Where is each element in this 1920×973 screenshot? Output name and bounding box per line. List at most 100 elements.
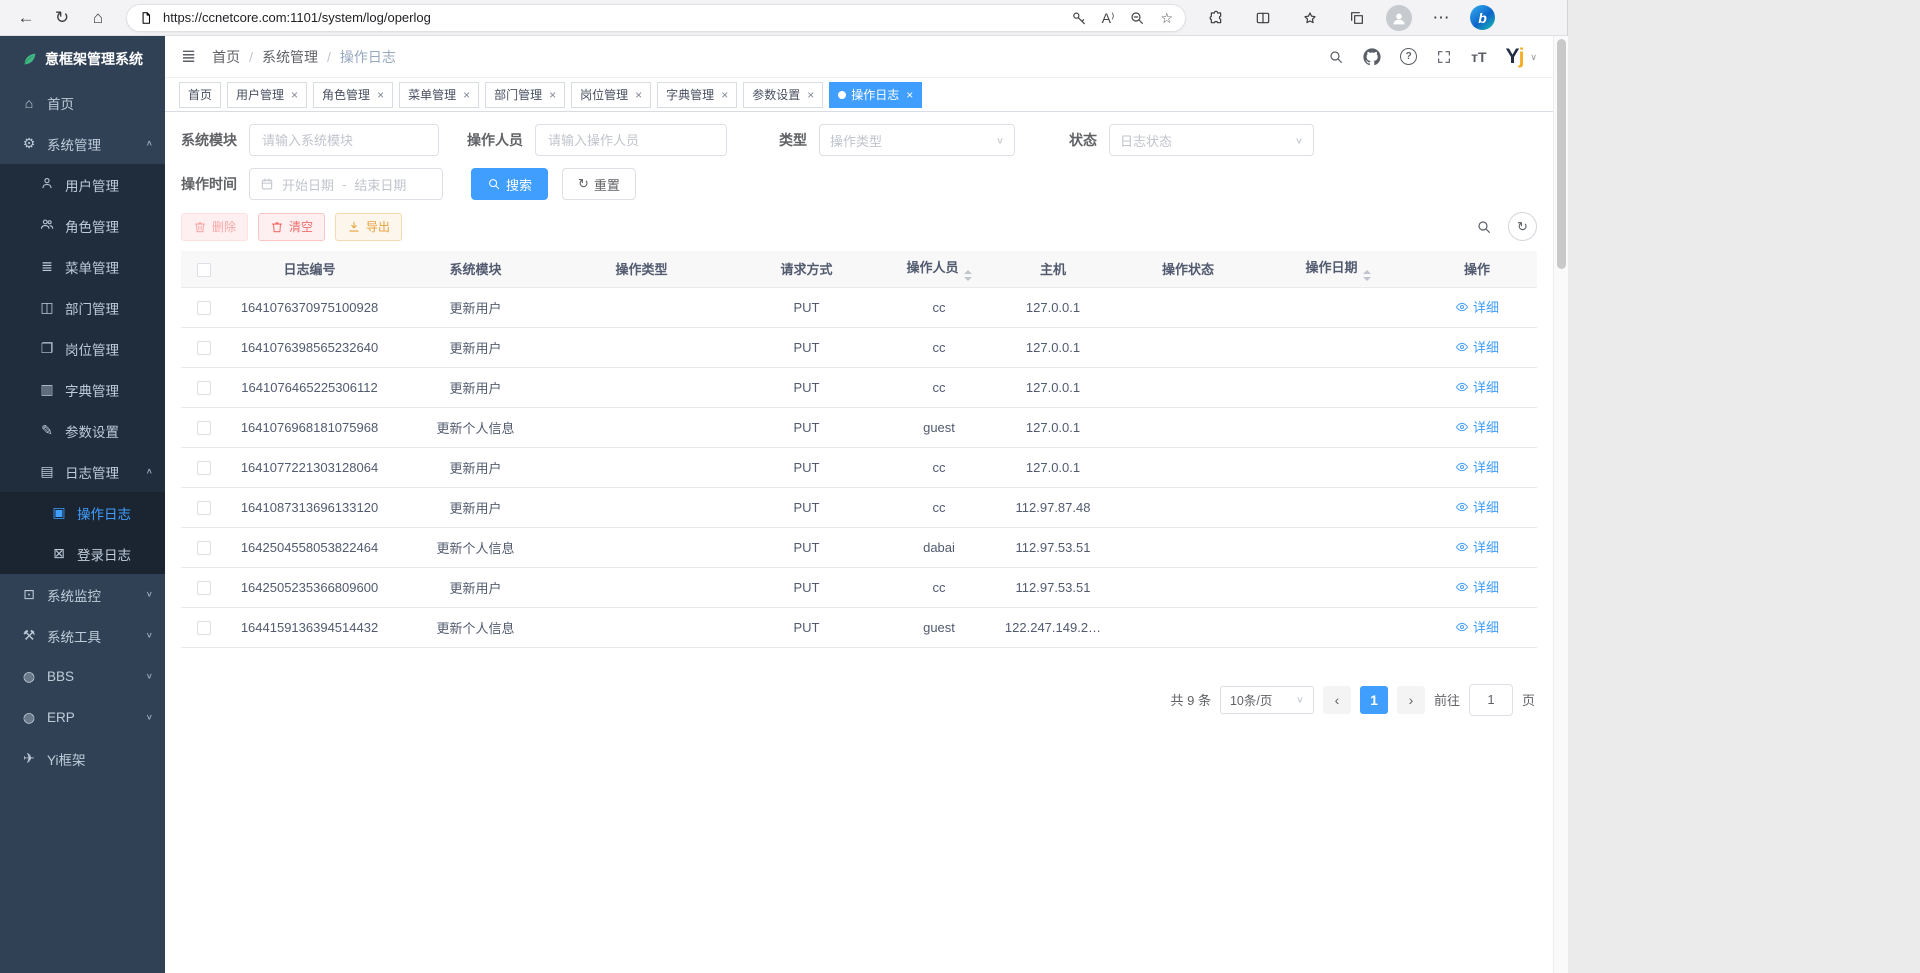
sidebar-item-yi-framework[interactable]: ✈Yi框架	[0, 738, 165, 779]
address-bar[interactable]: https://ccnetcore.com:1101/system/log/op…	[126, 4, 1186, 32]
detail-link[interactable]: 详细	[1455, 537, 1499, 556]
split-screen-icon[interactable]	[1245, 3, 1281, 33]
detail-link[interactable]: 详细	[1455, 417, 1499, 436]
site-info-icon[interactable]	[139, 11, 153, 25]
sidebar-item-erp[interactable]: ◍ERP∨	[0, 697, 165, 738]
sidebar-item-system-management[interactable]: ⚙系统管理∧	[0, 123, 165, 164]
back-button[interactable]: ←	[8, 3, 44, 33]
read-aloud-icon[interactable]: A⁾	[1102, 11, 1115, 25]
sidebar-item-dept-management[interactable]: ◫部门管理	[0, 287, 165, 328]
row-checkbox[interactable]	[197, 421, 211, 435]
type-select[interactable]: 操作类型∨	[819, 124, 1015, 156]
clear-button[interactable]: 清空	[258, 213, 325, 241]
close-icon[interactable]: ×	[549, 88, 556, 102]
close-icon[interactable]: ×	[635, 88, 642, 102]
sidebar-item-home[interactable]: ⌂首页	[0, 82, 165, 123]
select-all-checkbox[interactable]	[197, 263, 211, 277]
tab-operation-log[interactable]: 操作日志×	[829, 82, 922, 108]
add-favorite-icon[interactable]: ☆	[1160, 11, 1173, 25]
sidebar-item-system-monitor[interactable]: ⊡系统监控∨	[0, 574, 165, 615]
row-checkbox[interactable]	[197, 501, 211, 515]
row-checkbox[interactable]	[197, 381, 211, 395]
close-icon[interactable]: ×	[377, 88, 384, 102]
sidebar-item-operation-log[interactable]: ▣操作日志	[0, 492, 165, 533]
sidebar-item-user-management[interactable]: 用户管理	[0, 164, 165, 205]
row-checkbox[interactable]	[197, 341, 211, 355]
sort-date[interactable]	[1363, 270, 1371, 281]
sort-operator[interactable]	[964, 270, 972, 281]
row-checkbox[interactable]	[197, 461, 211, 475]
export-button[interactable]: 导出	[335, 213, 402, 241]
favorites-icon[interactable]	[1292, 3, 1328, 33]
breadcrumb-system-management[interactable]: 系统管理	[262, 47, 318, 67]
close-icon[interactable]: ×	[291, 88, 298, 102]
sidebar-item-param-settings[interactable]: ✎参数设置	[0, 410, 165, 451]
detail-link[interactable]: 详细	[1455, 337, 1499, 356]
page-1-button[interactable]: 1	[1360, 686, 1388, 714]
date-range-picker[interactable]: 开始日期 - 结束日期	[249, 168, 443, 200]
bing-copilot-icon[interactable]: b	[1470, 5, 1495, 30]
toggle-search-button[interactable]	[1469, 212, 1498, 241]
detail-link[interactable]: 详细	[1455, 457, 1499, 476]
browser-menu-icon[interactable]: ⋯	[1423, 3, 1459, 33]
tab-dict-management[interactable]: 字典管理×	[657, 82, 737, 108]
sidebar-item-post-management[interactable]: ❐岗位管理	[0, 328, 165, 369]
detail-link[interactable]: 详细	[1455, 297, 1499, 316]
browser-home-button[interactable]: ⌂	[80, 3, 116, 33]
password-key-icon[interactable]	[1071, 10, 1087, 26]
prev-page-button[interactable]: ‹	[1323, 686, 1351, 714]
extensions-icon[interactable]	[1198, 3, 1234, 33]
close-icon[interactable]: ×	[807, 88, 814, 102]
reload-button[interactable]: ↻	[44, 3, 80, 33]
browser-profile-avatar[interactable]	[1386, 5, 1412, 31]
delete-button[interactable]: 删除	[181, 213, 248, 241]
sidebar-item-bbs[interactable]: ◍BBS∨	[0, 656, 165, 697]
close-icon[interactable]: ×	[906, 88, 913, 102]
sidebar-item-log-management[interactable]: ▤日志管理∧	[0, 451, 165, 492]
status-select[interactable]: 日志状态∨	[1109, 124, 1314, 156]
page-scrollbar[interactable]	[1553, 36, 1568, 973]
detail-link[interactable]: 详细	[1455, 497, 1499, 516]
scrollbar-thumb[interactable]	[1557, 39, 1566, 269]
sidebar-item-menu-management[interactable]: ≣菜单管理	[0, 246, 165, 287]
start-date-placeholder[interactable]: 开始日期	[282, 175, 334, 194]
sidebar-item-login-log[interactable]: ⊠登录日志	[0, 533, 165, 574]
search-icon[interactable]	[1328, 49, 1344, 65]
tab-role-management[interactable]: 角色管理×	[313, 82, 393, 108]
close-icon[interactable]: ×	[463, 88, 470, 102]
user-logo-avatar[interactable]: Yj	[1506, 45, 1524, 69]
refresh-table-button[interactable]: ↻	[1508, 212, 1537, 241]
detail-link[interactable]: 详细	[1455, 617, 1499, 636]
fullscreen-icon[interactable]	[1436, 49, 1452, 65]
sidebar-item-role-management[interactable]: 角色管理	[0, 205, 165, 246]
github-icon[interactable]	[1363, 48, 1381, 66]
tab-post-management[interactable]: 岗位管理×	[571, 82, 651, 108]
row-checkbox[interactable]	[197, 301, 211, 315]
user-dropdown-caret-icon[interactable]: ∨	[1530, 52, 1537, 63]
module-input[interactable]	[249, 124, 439, 156]
tab-user-management[interactable]: 用户管理×	[227, 82, 307, 108]
sidebar-toggle-icon[interactable]: ≣	[181, 46, 196, 67]
tab-param-settings[interactable]: 参数设置×	[743, 82, 823, 108]
row-checkbox[interactable]	[197, 581, 211, 595]
sidebar-item-dict-management[interactable]: ▥字典管理	[0, 369, 165, 410]
zoom-out-icon[interactable]	[1129, 10, 1145, 26]
collections-icon[interactable]	[1339, 3, 1375, 33]
detail-link[interactable]: 详细	[1455, 377, 1499, 396]
reset-button[interactable]: ↻重置	[562, 168, 636, 200]
row-checkbox[interactable]	[197, 541, 211, 555]
detail-link[interactable]: 详细	[1455, 577, 1499, 596]
operator-input[interactable]	[535, 124, 727, 156]
page-size-select[interactable]: 10条/页∨	[1220, 686, 1314, 714]
breadcrumb-home[interactable]: 首页	[212, 47, 240, 67]
end-date-placeholder[interactable]: 结束日期	[354, 175, 406, 194]
next-page-button[interactable]: ›	[1397, 686, 1425, 714]
help-icon[interactable]: ?	[1400, 48, 1417, 65]
tab-menu-management[interactable]: 菜单管理×	[399, 82, 479, 108]
font-size-icon[interactable]: тT	[1471, 49, 1486, 65]
tab-dept-management[interactable]: 部门管理×	[485, 82, 565, 108]
url-text[interactable]: https://ccnetcore.com:1101/system/log/op…	[163, 10, 1061, 25]
goto-page-input[interactable]	[1469, 684, 1513, 716]
search-button[interactable]: 搜索	[471, 168, 548, 200]
row-checkbox[interactable]	[197, 621, 211, 635]
